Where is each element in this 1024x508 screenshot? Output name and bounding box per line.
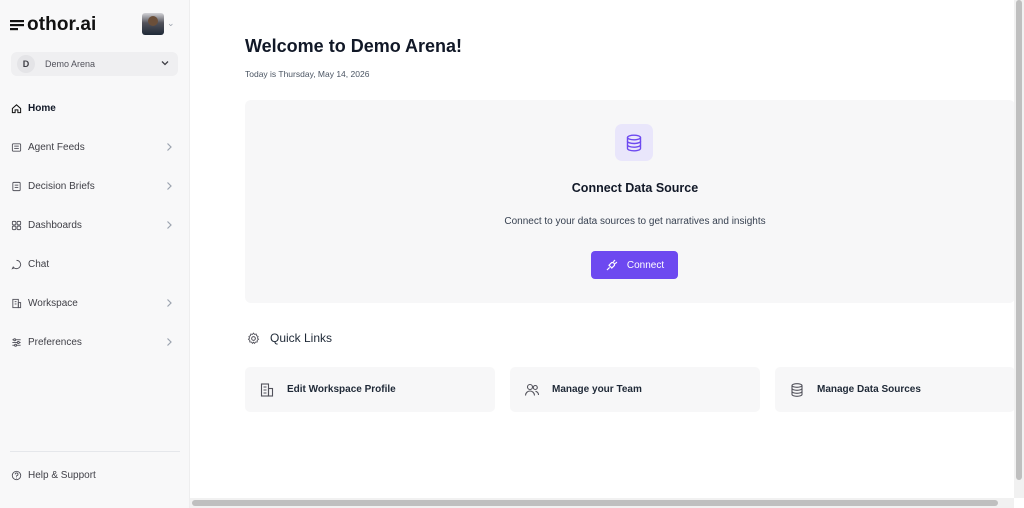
database-icon-tile (615, 124, 653, 161)
connect-button-label: Connect (626, 259, 665, 271)
workspace-selector[interactable]: D Demo Arena (11, 52, 178, 76)
help-icon (11, 470, 22, 481)
horizontal-scrollbar[interactable] (190, 498, 1014, 508)
sliders-icon (12, 338, 21, 347)
chevron-right-icon (167, 143, 172, 151)
building-icon (260, 382, 274, 397)
quick-link-label: Manage Data Sources (817, 384, 921, 395)
plug-icon (606, 259, 618, 271)
sidebar-item-dashboards[interactable]: Dashboards (0, 206, 190, 245)
grid-icon (11, 220, 22, 231)
feed-icon (11, 143, 22, 152)
users-icon (524, 383, 540, 396)
sidebar-item-label: Home (28, 103, 56, 114)
chevron-right-icon (167, 338, 172, 346)
sidebar-item-decision-briefs[interactable]: Decision Briefs (0, 167, 190, 206)
sidebar-item-label: Dashboards (28, 220, 82, 231)
sidebar-item-home[interactable]: Home (0, 89, 190, 128)
horizontal-scrollbar-thumb[interactable] (192, 500, 998, 506)
sidebar-item-label: Agent Feeds (28, 142, 85, 153)
logo-icon (10, 20, 24, 31)
quick-links-header: Quick Links (247, 331, 332, 345)
sidebar-item-label: Workspace (28, 298, 78, 309)
page-title: Welcome to Demo Arena! (245, 36, 463, 56)
sidebar-divider (10, 451, 180, 452)
connect-card-title: Connect Data Source (571, 181, 699, 195)
quick-link-label: Edit Workspace Profile (287, 384, 396, 395)
date-text: Today is Thursday, May 14, 2026 (245, 69, 370, 79)
sidebar-item-label: Chat (28, 259, 50, 270)
workspace-name: Demo Arena (45, 59, 96, 69)
sidebar-item-label: Preferences (28, 337, 82, 348)
sidebar: othor.ai ⌄ D Demo Arena Home Agent Feeds… (0, 0, 190, 508)
chat-icon (11, 259, 22, 270)
document-icon (12, 181, 21, 192)
sidebar-header: othor.ai ⌄ (10, 12, 180, 38)
sidebar-item-label: Decision Briefs (28, 181, 95, 192)
quick-link-manage-team[interactable]: Manage your Team (510, 367, 760, 412)
brand-logo[interactable]: othor.ai (10, 14, 96, 36)
database-icon (626, 134, 642, 151)
vertical-scrollbar-thumb[interactable] (1016, 0, 1022, 480)
sidebar-item-chat[interactable]: Chat (0, 245, 190, 284)
chevron-right-icon (167, 182, 172, 190)
connect-data-source-card: Connect Data Source Connect to your data… (245, 100, 1015, 303)
quick-links-title: Quick Links (270, 331, 333, 345)
gear-icon (247, 331, 260, 344)
sidebar-item-agent-feeds[interactable]: Agent Feeds (0, 128, 190, 167)
workspace-initial-badge: D (17, 55, 35, 73)
connect-button[interactable]: Connect (591, 251, 678, 279)
chevron-right-icon (167, 221, 172, 229)
chevron-right-icon (167, 299, 172, 307)
quick-link-label: Manage your Team (552, 384, 642, 395)
user-avatar[interactable] (142, 13, 164, 35)
connect-card-subtitle: Connect to your data sources to get narr… (504, 216, 766, 227)
sidebar-item-workspace[interactable]: Workspace (0, 284, 190, 323)
app-window: othor.ai ⌄ D Demo Arena Home Agent Feeds… (0, 0, 1024, 508)
help-support-label: Help & Support (28, 470, 96, 481)
chevron-down-icon (161, 61, 169, 66)
brand-name: othor.ai (27, 14, 97, 35)
database-icon (791, 382, 803, 397)
main-content: Welcome to Demo Arena! Today is Thursday… (191, 0, 1024, 508)
quick-link-edit-workspace-profile[interactable]: Edit Workspace Profile (245, 367, 495, 412)
vertical-scrollbar[interactable] (1014, 0, 1024, 498)
building-icon (12, 298, 22, 309)
help-support-link[interactable]: Help & Support (11, 470, 96, 481)
quick-link-manage-data-sources[interactable]: Manage Data Sources (775, 367, 1015, 412)
sidebar-item-preferences[interactable]: Preferences (0, 323, 190, 362)
home-icon (11, 104, 22, 114)
sidebar-nav: Home Agent Feeds Decision Briefs Dashboa… (0, 89, 190, 362)
chevron-down-icon[interactable]: ⌄ (167, 18, 175, 29)
